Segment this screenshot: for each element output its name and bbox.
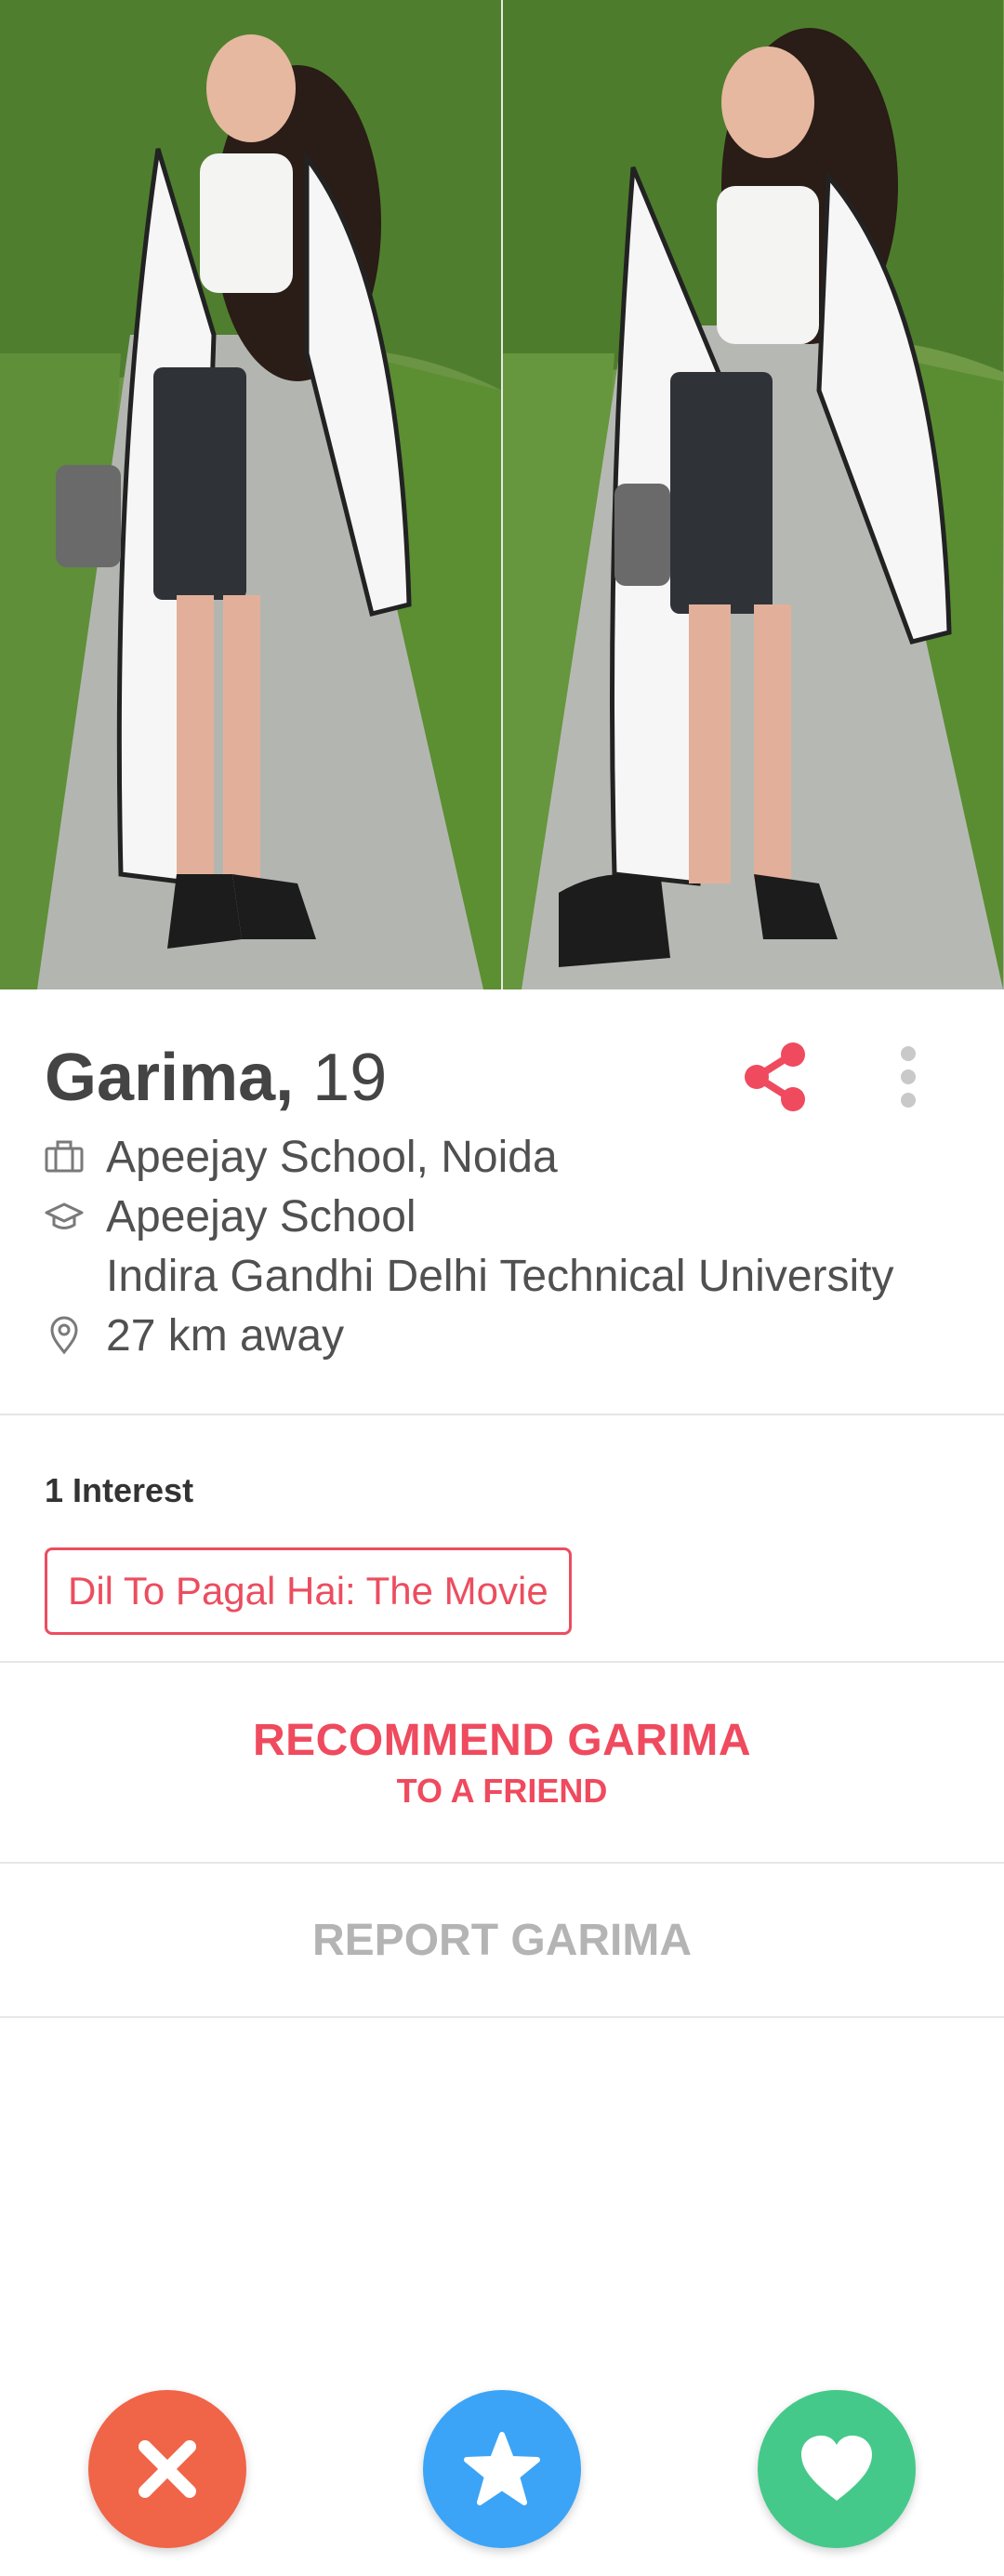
nope-button[interactable] — [88, 2390, 246, 2548]
recommend-button[interactable]: RECOMMEND GARIMA TO A FRIEND — [0, 1663, 1004, 1864]
profile-page: Garima, 19 Apeejay School, Noida Apeejay… — [0, 0, 1004, 2576]
profile-job-text: Apeejay School, Noida — [106, 1132, 558, 1182]
close-icon — [139, 2440, 196, 2498]
location-pin-icon — [45, 1316, 84, 1355]
profile-distance-text: 27 km away — [106, 1310, 345, 1361]
more-options-button[interactable] — [883, 1038, 933, 1116]
profile-age: 19 — [312, 1041, 388, 1115]
profile-photo-right — [501, 0, 1004, 989]
profile-distance: 27 km away — [45, 1306, 984, 1365]
report-label: REPORT GARIMA — [312, 1915, 692, 1965]
recommend-sublabel: TO A FRIEND — [396, 1771, 608, 1810]
more-vertical-icon — [901, 1046, 916, 1108]
photo-illustration-right — [503, 0, 1003, 989]
profile-school-secondary: Indira Gandhi Delhi Technical University — [106, 1246, 961, 1306]
profile-school-text-1: Apeejay School — [106, 1191, 416, 1242]
profile-photo[interactable] — [0, 0, 1004, 989]
profile-school: Apeejay School — [45, 1187, 984, 1246]
photo-illustration-left — [0, 0, 501, 989]
superlike-button[interactable] — [423, 2390, 581, 2548]
interest-chip[interactable]: Dil To Pagal Hai: The Movie — [45, 1547, 572, 1635]
interests-section: 1 Interest Dil To Pagal Hai: The Movie — [0, 1415, 1004, 1663]
star-icon — [464, 2432, 540, 2505]
like-button[interactable] — [758, 2390, 916, 2548]
briefcase-icon — [45, 1137, 84, 1176]
interests-title: 1 Interest — [45, 1471, 194, 1509]
profile-photo-left — [0, 0, 501, 989]
share-icon — [745, 1042, 805, 1111]
graduation-cap-icon — [45, 1197, 84, 1236]
profile-name: Garima, — [45, 1041, 295, 1115]
profile-school-text-2: Indira Gandhi Delhi Technical University — [106, 1251, 894, 1301]
profile-name-age: Garima, 19 — [45, 1040, 387, 1116]
profile-info: Garima, 19 Apeejay School, Noida Apeejay… — [0, 989, 1004, 1415]
report-button[interactable]: REPORT GARIMA — [0, 1864, 1004, 2018]
profile-job: Apeejay School, Noida — [45, 1127, 984, 1187]
heart-icon — [801, 2436, 872, 2501]
recommend-label: RECOMMEND GARIMA — [253, 1715, 751, 1765]
share-button[interactable] — [736, 1038, 814, 1116]
